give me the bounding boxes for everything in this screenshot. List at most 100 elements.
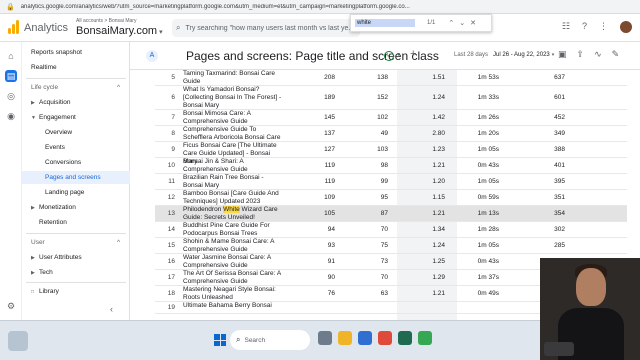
row-number: 5 <box>171 74 175 81</box>
sidebar-item-retention[interactable]: Retention <box>22 216 130 229</box>
property-selector[interactable]: BonsaiMary.com ▾ <box>76 25 163 37</box>
cell-views: 145 <box>324 114 335 121</box>
cell-page-title[interactable]: Water Jasmine Bonsai Care: A Comprehensi… <box>183 254 283 270</box>
edge-icon[interactable] <box>358 331 372 345</box>
task-view-icon[interactable] <box>318 331 332 345</box>
table-row[interactable]: 15 93 75 1.24 1m 05s 285 Shohin & Mame Bonsai … <box>155 238 627 254</box>
check-circle-icon[interactable]: ✓ <box>384 51 394 61</box>
table-row[interactable]: 8 137 49 2.80 1m 20s 349 Comprehensive Guide T… <box>155 126 627 142</box>
taskbar-search[interactable]: ⌕ Search <box>230 330 310 350</box>
sidebar-item-tech[interactable]: ▶ Tech <box>22 266 130 279</box>
cell-page-title[interactable]: Shohin & Mame Bonsai Care: A Comprehensi… <box>183 238 283 254</box>
cell-users: 95 <box>380 194 388 201</box>
sidebar-item-user-attributes[interactable]: ▶ User Attributes <box>22 251 130 264</box>
table-row[interactable]: 12 109 95 1.15 0m 59s 351 Bamboo Bonsai [Care … <box>155 190 627 206</box>
cell-users: 49 <box>380 130 388 137</box>
cell-page-title[interactable]: Brazilian Rain Tree Bonsai - Bonsai Mary <box>183 174 283 190</box>
sidebar-section-user[interactable]: User ^ <box>22 236 130 249</box>
help-icon[interactable]: ? <box>582 21 587 33</box>
reports-icon[interactable]: ▤ <box>5 70 17 82</box>
sidebar-item-reports-snapshot[interactable]: Reports snapshot <box>22 46 130 59</box>
cell-page-title[interactable]: Bamboo Bonsai [Care Guide And Techniques… <box>183 190 283 206</box>
chevron-down-icon[interactable]: ▾ <box>397 51 400 58</box>
terminal-icon[interactable] <box>398 331 412 345</box>
cell-page-title[interactable]: Bonsai Jin & Shari: A Comprehensive Guid… <box>183 158 283 174</box>
table-row[interactable]: 5 208 138 1.51 1m 53s 637 Taming Taxmarind: Bo… <box>155 70 627 86</box>
account-breadcrumb[interactable]: All accounts > Bonsai Mary <box>76 18 136 24</box>
table-row[interactable]: 6 189 152 1.24 1m 33s 601 What Is Yamadori Bon… <box>155 86 627 110</box>
add-comparison-icon[interactable]: + <box>410 48 416 60</box>
page-title: Pages and screens: Page title and screen… <box>186 49 439 63</box>
table-row[interactable]: 7 145 102 1.42 1m 26s 452 Bonsai Mimosa Care: … <box>155 110 627 126</box>
sidebar-item-realtime[interactable]: Realtime <box>22 61 130 74</box>
search-input[interactable]: ⌕ Try searching "how many users last mon… <box>172 19 360 37</box>
collapse-sidebar-icon[interactable]: ‹ <box>110 304 113 314</box>
sidebar-section-life-cycle[interactable]: Life cycle ^ <box>22 81 130 94</box>
row-number: 9 <box>171 146 175 153</box>
find-input[interactable]: white <box>355 19 415 27</box>
cell-page-title[interactable]: Mastering Neagari Style Bonsai: Roots Un… <box>183 286 283 302</box>
insights-icon[interactable]: ∿ <box>594 49 602 60</box>
cell-page-title[interactable]: Ultimate Bahama Berry Bonsai <box>183 302 283 310</box>
sidebar-item-monetization[interactable]: ▶ Monetization <box>22 201 130 214</box>
explore-icon[interactable]: ◎ <box>5 90 17 102</box>
chrome-icon[interactable] <box>378 331 392 345</box>
sidebar-item-landing-page[interactable]: Landing page <box>22 186 130 199</box>
close-icon[interactable]: ✕ <box>470 19 476 27</box>
date-range-picker[interactable]: Last 28 days Jul 26 - Aug 22, 2023 ▾ <box>454 52 554 58</box>
sidebar-item-events[interactable]: Events <box>22 141 130 154</box>
weather-widget-icon[interactable] <box>8 331 28 351</box>
table-row[interactable]: 11 119 99 1.20 1m 05s 395 Brazilian Rain Tree … <box>155 174 627 190</box>
sidebar-item-conversions[interactable]: Conversions <box>22 156 130 169</box>
table-row[interactable]: 14 94 70 1.34 1m 28s 302 Buddhist Pine Care Gu… <box>155 222 627 238</box>
edit-report-icon[interactable]: ▣ <box>558 49 567 60</box>
chevron-up-icon: ^ <box>116 239 120 246</box>
sidebar-item-acquisition[interactable]: ▶ Acquisition <box>22 96 130 109</box>
cell-engagement-time: 0m 49s <box>477 290 499 297</box>
report-header: A Pages and screens: Page title and scre… <box>130 42 640 70</box>
cell-users: 138 <box>377 74 388 81</box>
app-icon[interactable] <box>418 331 432 345</box>
cell-page-title[interactable]: Philodendron White Wizard Care Guide: Se… <box>183 206 283 222</box>
cell-views: 105 <box>324 210 335 217</box>
sidebar-item-overview[interactable]: Overview <box>22 126 130 139</box>
cell-views: 189 <box>324 94 335 101</box>
cell-engagement-time: 1m 26s <box>477 114 499 121</box>
cell-page-title[interactable]: Bonsai Mimosa Care: A Comprehensive Guid… <box>183 110 283 126</box>
avatar[interactable] <box>620 21 632 33</box>
cell-page-title[interactable]: Taming Taxmarind: Bonsai Care Guide <box>183 70 283 86</box>
share-icon[interactable]: ⇪ <box>577 49 585 60</box>
home-icon[interactable]: ⌂ <box>5 50 17 62</box>
sidebar-item-engagement[interactable]: ▼ Engagement <box>22 111 130 124</box>
folder-icon: □ <box>31 289 35 295</box>
apps-grid-icon[interactable]: ☷ <box>562 21 570 33</box>
expand-arrow-icon: ▶ <box>31 270 35 276</box>
sidebar-item-library[interactable]: □ Library <box>22 285 130 298</box>
cell-users: 73 <box>380 258 388 265</box>
cell-page-title[interactable]: The Art Of Serissa Bonsai Care: A Compre… <box>183 270 283 286</box>
cell-views-per-user: 1.21 <box>432 290 445 297</box>
table-row[interactable]: 13 105 87 1.21 1m 13s 354 Philodendron White W… <box>155 206 627 222</box>
cell-engagement-time: 1m 05s <box>477 178 499 185</box>
table-row[interactable]: 10 119 98 1.21 0m 43s 401 Bonsai Jin & Shari: … <box>155 158 627 174</box>
customize-icon[interactable]: ✎ <box>612 49 620 60</box>
gear-icon[interactable]: ⚙ <box>5 300 17 312</box>
browser-address-bar[interactable]: 🔒 analytics.google.com/analytics/web/?ut… <box>0 0 640 14</box>
url-text[interactable]: analytics.google.com/analytics/web/?utm_… <box>21 4 581 10</box>
advertising-icon[interactable]: ◉ <box>5 110 17 122</box>
file-explorer-icon[interactable] <box>338 331 352 345</box>
find-prev-icon[interactable]: ⌃ <box>448 19 454 27</box>
cell-views: 90 <box>327 274 335 281</box>
cell-users: 70 <box>380 226 388 233</box>
cell-page-title[interactable]: Comprehensive Guide To Schefflera Arbori… <box>183 126 283 142</box>
table-row[interactable]: 9 127 103 1.23 1m 05s 388 Ficus Bonsai Care [T… <box>155 142 627 165</box>
sidebar-item-pages-and-screens[interactable]: Pages and screens <box>22 171 130 184</box>
cell-page-title[interactable]: Buddhist Pine Care Guide For Podocarpus … <box>183 222 283 238</box>
find-next-icon[interactable]: ⌄ <box>459 19 465 27</box>
comparison-avatar[interactable]: A <box>146 50 158 62</box>
windows-start-icon[interactable] <box>214 334 226 346</box>
cell-users: 152 <box>377 94 388 101</box>
more-vert-icon[interactable]: ⋮ <box>599 21 608 33</box>
cell-page-title[interactable]: What Is Yamadori Bonsai? [Collecting Bon… <box>183 86 283 110</box>
cell-event-count: 302 <box>554 226 565 233</box>
